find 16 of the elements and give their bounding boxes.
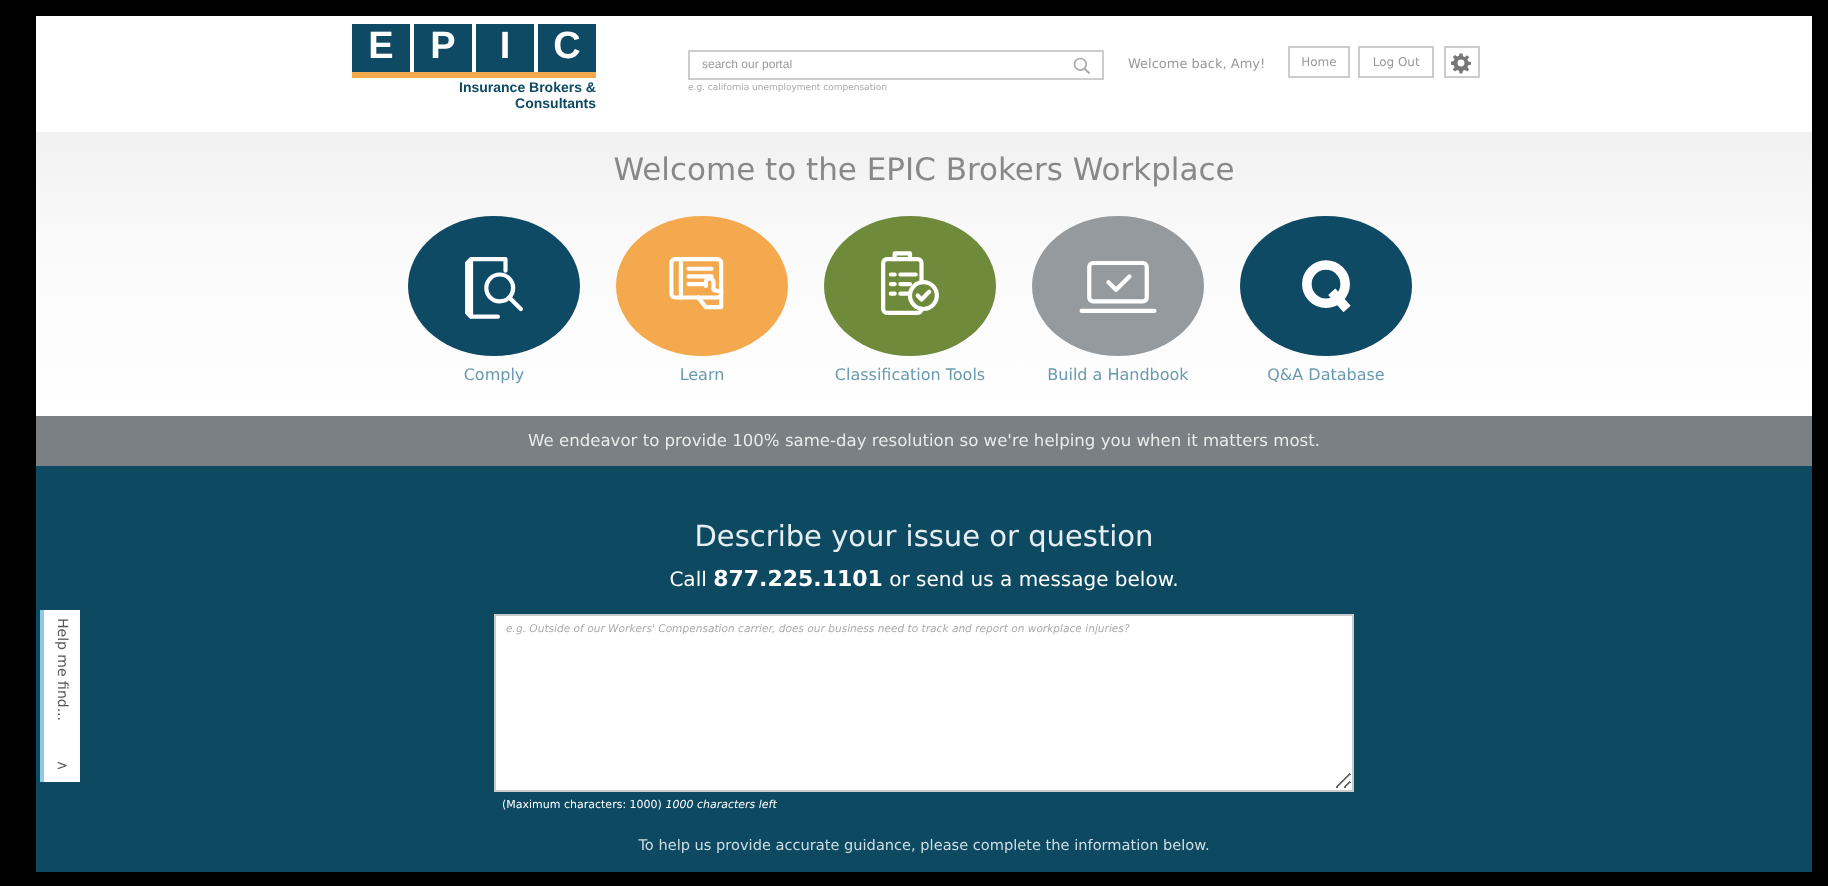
call-text: Call 877.225.1101 or send us a message below. — [669, 566, 1179, 592]
tile-link[interactable]: Comply — [390, 216, 598, 384]
tile-link[interactable]: Build a Handbook — [1014, 216, 1222, 384]
tile-link[interactable]: Learn — [598, 216, 806, 384]
page-title: Welcome to the EPIC Brokers Workplace — [613, 152, 1235, 188]
settings-icon — [1450, 51, 1473, 73]
logo-letter: I — [476, 24, 534, 72]
settings-button[interactable] — [1443, 46, 1480, 78]
tile-link[interactable]: Q&A Database — [1222, 216, 1430, 384]
tile-link[interactable]: Classification Tools — [806, 216, 1014, 384]
search-icon — [1072, 56, 1092, 76]
logo-letter: E — [352, 24, 410, 72]
logo-letter: C — [538, 24, 596, 72]
logo-letter: P — [414, 24, 472, 72]
banner-text: We endeavor to provide 100% same-day resolution so we're helping you when it matters most. — [36, 416, 1812, 466]
section-title: Describe your issue or question — [694, 522, 1154, 554]
